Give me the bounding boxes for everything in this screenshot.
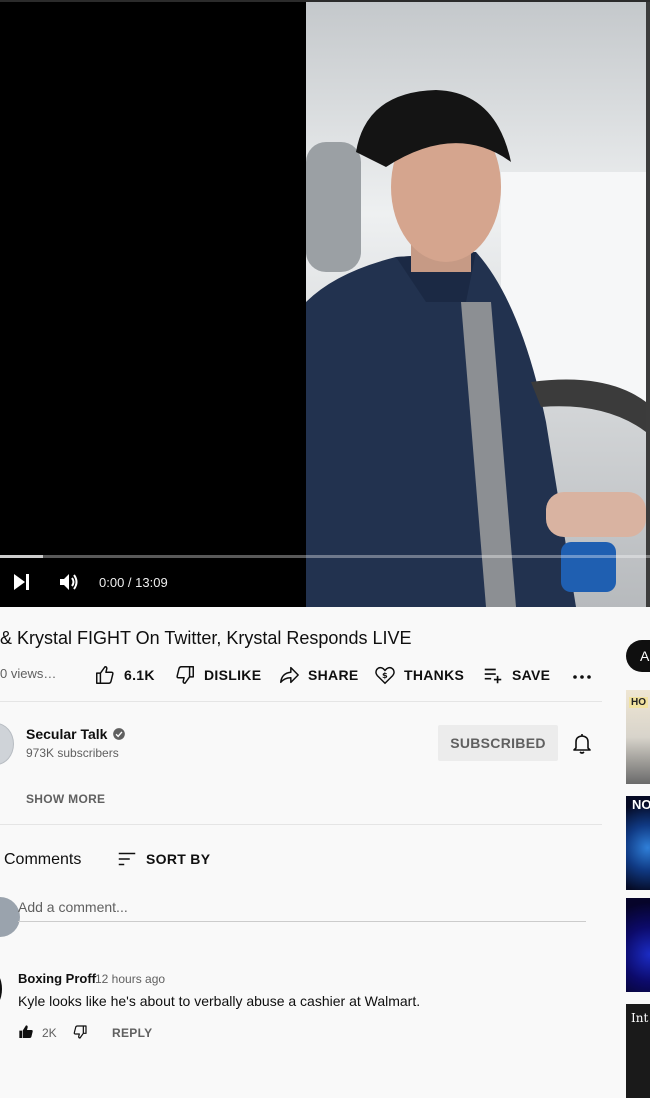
subscriber-count: 973K subscribers [26,746,119,760]
thanks-button[interactable]: $ THANKS [374,664,464,686]
related-video-thumbnail[interactable] [626,898,650,992]
filter-chip-label: Al [640,648,650,664]
share-icon [280,666,299,684]
comment-like-count: 2K [42,1026,57,1040]
share-label: SHARE [308,667,359,683]
channel-avatar[interactable] [0,723,14,765]
sort-by-label: SORT BY [146,851,211,867]
sort-by-button[interactable]: SORT BY [116,848,210,870]
divider [0,824,602,825]
thumbnail-text: NO [632,797,650,812]
comment-author-avatar[interactable] [0,970,2,1008]
video-title: & Krystal FIGHT On Twitter, Krystal Resp… [0,628,412,648]
comment-author[interactable]: Boxing Proff [18,971,96,986]
video-frame [306,2,646,607]
show-more-button[interactable]: SHOW MORE [26,792,105,806]
comment-dislike-button[interactable] [72,1024,88,1040]
thumbs-up-icon [96,666,114,684]
playlist-add-icon [484,668,502,684]
user-avatar [0,897,20,937]
thumbnail-text: Int [631,1011,649,1025]
dislike-label: DISLIKE [204,667,262,683]
comment-text: Kyle looks like he's about to verbally a… [18,993,421,1009]
comments-header: Comments [4,851,82,868]
save-label: SAVE [512,667,551,683]
next-icon [14,574,29,590]
more-actions-button[interactable] [570,664,602,688]
related-video-thumbnail[interactable]: HO [626,690,650,784]
thumbs-up-filled-icon [19,1025,33,1038]
svg-text:$: $ [382,670,388,680]
channel-name[interactable]: Secular Talk [26,726,126,742]
view-count: 0 views… [0,666,57,681]
like-count: 6.1K [124,667,155,683]
verified-icon [113,728,126,740]
sort-icon [118,852,136,866]
thumbnail-text: HO [629,697,648,708]
time-display: 0:00 / 13:09 [99,575,168,590]
volume-icon [60,574,78,590]
bell-icon [573,734,591,754]
channel-name-text: Secular Talk [26,726,108,742]
subscribed-button[interactable]: SUBSCRIBED [438,725,558,761]
super-thanks-icon: $ [375,666,395,685]
notification-bell-button[interactable] [570,731,594,755]
volume-button[interactable] [57,570,81,594]
share-button[interactable]: SHARE [278,664,359,686]
progress-buffered [0,555,43,558]
comment-reply-button[interactable]: REPLY [112,1026,152,1040]
add-comment-input[interactable]: Add a comment... [18,899,586,922]
related-video-thumbnail[interactable]: NO [626,796,650,890]
video-player[interactable]: 0:00 / 13:09 [0,0,650,607]
related-video-thumbnail[interactable]: Int [626,1004,650,1098]
video-frame-illustration [306,2,646,607]
frame-edge [646,2,650,607]
like-button[interactable]: 6.1K [94,664,155,686]
progress-bar[interactable] [0,555,650,558]
thumbs-down-icon [73,1025,87,1039]
filter-chip-all[interactable]: Al [626,640,650,672]
thanks-label: THANKS [404,667,465,683]
save-button[interactable]: SAVE [482,664,550,686]
comment-time[interactable]: 12 hours ago [95,972,165,986]
more-horizontal-icon [573,675,591,679]
comment-like-button[interactable] [18,1024,34,1040]
thumbs-down-icon [176,666,194,684]
divider [0,701,602,702]
dislike-button[interactable]: DISLIKE [174,664,261,686]
next-button[interactable] [10,570,34,594]
